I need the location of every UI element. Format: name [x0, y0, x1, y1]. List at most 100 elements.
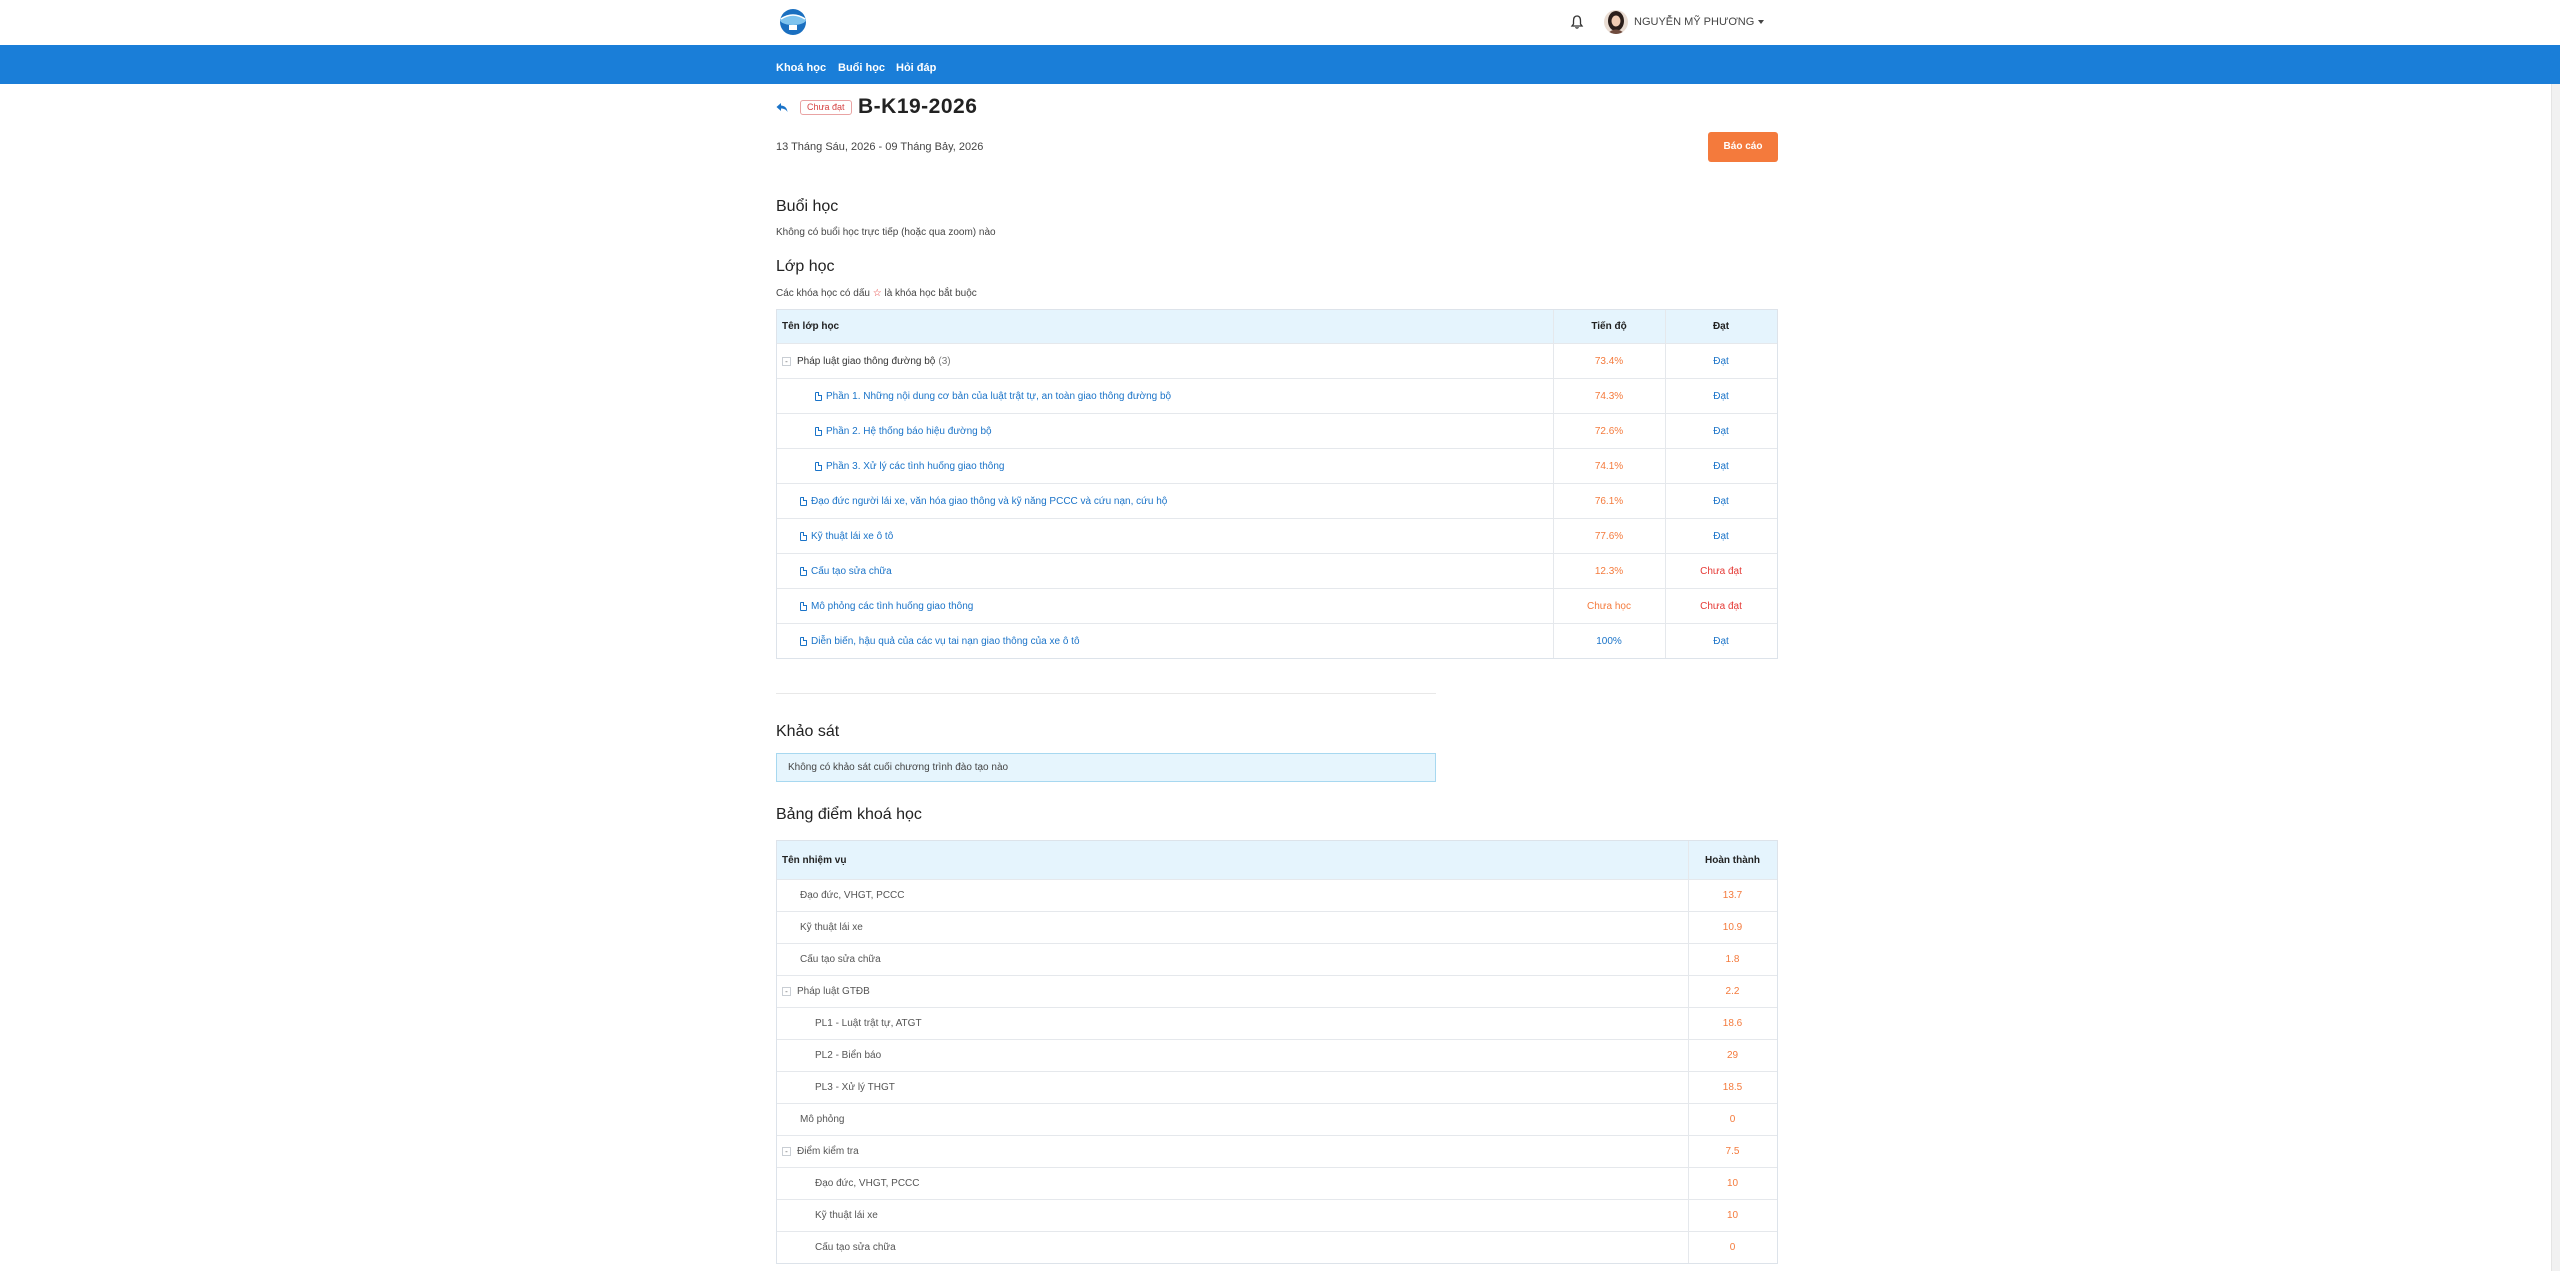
task-name: PL1 - Luật trật tự, ATGT [815, 1018, 922, 1029]
class-group-name: Pháp luật giao thông đường bộ [797, 355, 936, 367]
document-icon [800, 496, 807, 506]
class-link[interactable]: Phần 2. Hệ thống báo hiệu đường bộ [826, 426, 992, 437]
user-menu[interactable]: NGUYỄN MỸ PHƯƠNG [1634, 16, 1765, 28]
task-name: Kỹ thuật lái xe [800, 922, 863, 933]
user-name: NGUYỄN MỸ PHƯƠNG [1634, 16, 1755, 28]
progress-cell: Chưa học [1587, 600, 1631, 612]
document-icon [800, 636, 807, 646]
survey-empty-alert: Không có khảo sát cuối chương trình đào … [776, 753, 1436, 782]
class-link[interactable]: Phần 3. Xử lý các tình huống giao thông [826, 461, 1005, 472]
document-icon [815, 461, 822, 471]
table-row[interactable]: Phần 1. Những nội dung cơ bản của luật t… [777, 378, 1777, 413]
result-cell: Đạt [1713, 530, 1729, 542]
progress-cell: 73.4% [1594, 355, 1624, 367]
progress-cell: 77.6% [1594, 530, 1624, 542]
task-name-cell: - Điểm kiểm tra [782, 1136, 859, 1167]
nav-item-qa[interactable]: Hỏi đáp [896, 62, 936, 74]
task-name: Cấu tạo sửa chữa [800, 954, 881, 965]
completion-cell: 18.6 [1722, 1018, 1743, 1029]
task-name: Đạo đức, VHGT, PCCC [815, 1178, 920, 1189]
task-name-cell: Đạo đức, VHGT, PCCC [815, 1168, 920, 1199]
table-row[interactable]: Mô phỏng các tình huống giao thông Chưa h… [777, 588, 1777, 623]
top-header: NGUYỄN MỸ PHƯƠNG [0, 0, 2560, 45]
report-button[interactable]: Báo cáo [1708, 132, 1778, 162]
task-name-cell: Đạo đức, VHGT, PCCC [800, 880, 905, 911]
progress-cell: 74.3% [1594, 390, 1624, 402]
result-cell: Đạt [1713, 425, 1729, 437]
col-header-result: Đạt [1712, 321, 1730, 332]
class-link[interactable]: Mô phỏng các tình huống giao thông [811, 601, 973, 612]
page-title: B-K19-2026 [858, 95, 978, 118]
progress-cell: 72.6% [1594, 425, 1624, 437]
table-row[interactable]: Cấu tạo sửa chữa 12.3% Chưa đạt [777, 553, 1777, 588]
task-name-cell: Kỹ thuật lái xe [800, 912, 863, 943]
class-link[interactable]: Cấu tạo sửa chữa [811, 566, 892, 577]
completion-cell: 2.2 [1725, 986, 1740, 997]
table-row[interactable]: Diễn biến, hậu quả của các vụ tai nạn gi… [777, 623, 1777, 658]
table-row: - Pháp luật GTĐB 2.2 [777, 975, 1777, 1007]
completion-cell: 10.9 [1722, 922, 1743, 933]
document-icon [815, 426, 822, 436]
col-header-task-name: Tên nhiệm vụ [782, 854, 847, 866]
bell-icon[interactable] [1569, 14, 1585, 30]
task-name: Kỹ thuật lái xe [815, 1210, 878, 1221]
task-name: Đạo đức, VHGT, PCCC [800, 890, 905, 901]
result-cell: Đạt [1713, 460, 1729, 472]
class-link[interactable]: Diễn biến, hậu quả của các vụ tai nạn gi… [811, 636, 1080, 647]
school-logo-icon[interactable] [776, 7, 810, 37]
document-icon [800, 601, 807, 611]
table-row: Đạo đức, VHGT, PCCC 13.7 [777, 879, 1777, 911]
col-header-completion: Hoàn thành [1705, 854, 1760, 866]
classes-table: Tên lớp học Tiến độ Đạt - Pháp luật giao … [776, 309, 1778, 659]
class-link[interactable]: Đạo đức người lái xe, văn hóa giao thông… [811, 496, 1167, 507]
collapse-toggle-icon[interactable]: - [782, 987, 791, 996]
classes-title: Lớp học [776, 258, 835, 275]
main-nav: Khoá học Buổi học Hỏi đáp [0, 45, 2560, 84]
document-icon [800, 531, 807, 541]
completion-cell: 10 [1726, 1210, 1739, 1221]
nav-item-courses[interactable]: Khoá học [776, 62, 826, 74]
divider [776, 693, 1436, 694]
table-row[interactable]: Phần 3. Xử lý các tình huống giao thông 7… [777, 448, 1777, 483]
completion-cell: 13.7 [1722, 890, 1743, 901]
completion-cell: 1.8 [1725, 954, 1740, 965]
table-row[interactable]: Phần 2. Hệ thống báo hiệu đường bộ 72.6% Đ… [777, 413, 1777, 448]
completion-cell: 29 [1726, 1050, 1739, 1061]
class-link[interactable]: Phần 1. Những nội dung cơ bản của luật t… [826, 391, 1171, 402]
class-name-cell: Đạo đức người lái xe, văn hóa giao thông… [800, 484, 1167, 518]
completion-cell: 0 [1729, 1242, 1736, 1253]
nav-item-sessions[interactable]: Buổi học [838, 62, 885, 74]
table-row: Đạo đức, VHGT, PCCC 10 [777, 1167, 1777, 1199]
completion-cell: 7.5 [1725, 1146, 1740, 1157]
back-arrow-icon[interactable] [775, 100, 789, 114]
table-row: Mô phỏng 0 [777, 1103, 1777, 1135]
sessions-title: Buổi học [776, 198, 839, 215]
table-row[interactable]: - Pháp luật giao thông đường bộ (3) 73.4% Đạ… [777, 343, 1777, 378]
table-row: Cấu tạo sửa chữa 0 [777, 1231, 1777, 1263]
scrollbar[interactable] [2551, 84, 2560, 1271]
result-cell: Chưa đạt [1700, 600, 1742, 612]
document-icon [815, 391, 822, 401]
result-cell: Đạt [1713, 495, 1729, 507]
avatar[interactable] [1604, 10, 1628, 34]
collapse-toggle-icon[interactable]: - [782, 356, 791, 366]
task-name-cell: PL2 - Biển báo [815, 1040, 881, 1071]
classes-note: Các khóa học có dấu ☆ là khóa học bắt bu… [776, 288, 977, 299]
task-name: Cấu tạo sửa chữa [815, 1242, 896, 1253]
table-row: PL2 - Biển báo 29 [777, 1039, 1777, 1071]
class-name-cell: Phần 2. Hệ thống báo hiệu đường bộ [815, 414, 992, 448]
scores-title: Bảng điểm khoá học [776, 806, 922, 823]
table-row[interactable]: Đạo đức người lái xe, văn hóa giao thông… [777, 483, 1777, 518]
table-row: - Điểm kiểm tra 7.5 [777, 1135, 1777, 1167]
class-name-cell: Phần 1. Những nội dung cơ bản của luật t… [815, 379, 1171, 413]
progress-cell: 12.3% [1594, 565, 1624, 577]
task-name: PL3 - Xử lý THGT [815, 1082, 895, 1093]
col-header-class-name: Tên lớp học [782, 321, 840, 332]
classes-note-before: Các khóa học có dấu [776, 288, 870, 299]
table-row[interactable]: Kỹ thuật lái xe ô tô 77.6% Đạt [777, 518, 1777, 553]
task-name-cell: - Pháp luật GTĐB [782, 976, 870, 1007]
class-name-cell: Phần 3. Xử lý các tình huống giao thông [815, 449, 1005, 483]
table-header: Tên lớp học Tiến độ Đạt [777, 310, 1777, 343]
collapse-toggle-icon[interactable]: - [782, 1147, 791, 1156]
class-link[interactable]: Kỹ thuật lái xe ô tô [811, 531, 893, 542]
